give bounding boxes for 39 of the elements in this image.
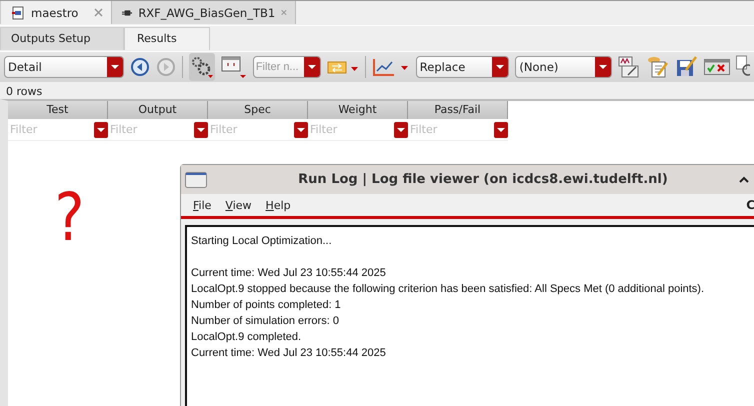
row-count: 0 rows [5,84,44,100]
log-line: Current time: Wed Jul 23 10:55:44 2025 [191,266,387,281]
menu-item[interactable]: File [193,198,212,212]
settings-button[interactable] [189,53,215,81]
log-line: Current time: Wed Jul 23 10:55:44 2025 [191,346,387,361]
log-line: LocalOpt.9 stopped because the following criterion has been satisfied: All Specs Met (0 additional points). [191,282,706,297]
log-line: Number of points completed: 1 [191,298,342,313]
plot-dropdown[interactable]: (None) [515,56,612,78]
edit-notes-icon[interactable] [646,55,670,79]
columns-icon[interactable] [220,55,247,79]
column-header[interactable]: Pass/Fail [408,101,508,119]
window-icon [185,172,207,188]
accept-reject-icon[interactable] [704,59,730,75]
menu-item[interactable]: Help [266,198,291,212]
menu-item[interactable]: C [746,198,754,212]
log-line: Starting Local Optimization... [191,234,333,249]
log-line: Number of simulation errors: 0 [191,314,340,329]
swap-icon[interactable] [326,59,359,75]
save-icon[interactable] [676,56,698,78]
collapse-icon[interactable] [739,176,749,183]
view-dropdown[interactable]: Detail [4,56,124,78]
column-header[interactable]: Test [8,101,108,119]
menu-item[interactable]: View [225,198,252,212]
view-tab[interactable]: Outputs Setup [0,27,124,50]
view-tab[interactable]: Results [124,27,210,50]
column-header[interactable]: Spec [208,101,308,119]
document-tab[interactable]: maestro [0,1,112,24]
log-line: LocalOpt.9 completed. [191,330,302,345]
plot-mode-dropdown[interactable]: Replace [416,56,510,78]
plug-icon [122,8,132,18]
column-header[interactable]: Weight [308,101,408,119]
question-mark-annotation: ? [54,178,84,258]
line-chart-icon[interactable] [372,57,410,77]
back-icon[interactable] [130,57,150,77]
column-header[interactable]: Output [108,101,208,119]
waveform-edit-icon[interactable] [618,56,640,78]
window-title: Run Log | Log file viewer (on icdcs8.ewi.tudelft.nl) [297,172,669,187]
document-icon [11,6,25,20]
document-tab[interactable]: RXF_AWG_BiasGen_TB1 [112,1,296,24]
